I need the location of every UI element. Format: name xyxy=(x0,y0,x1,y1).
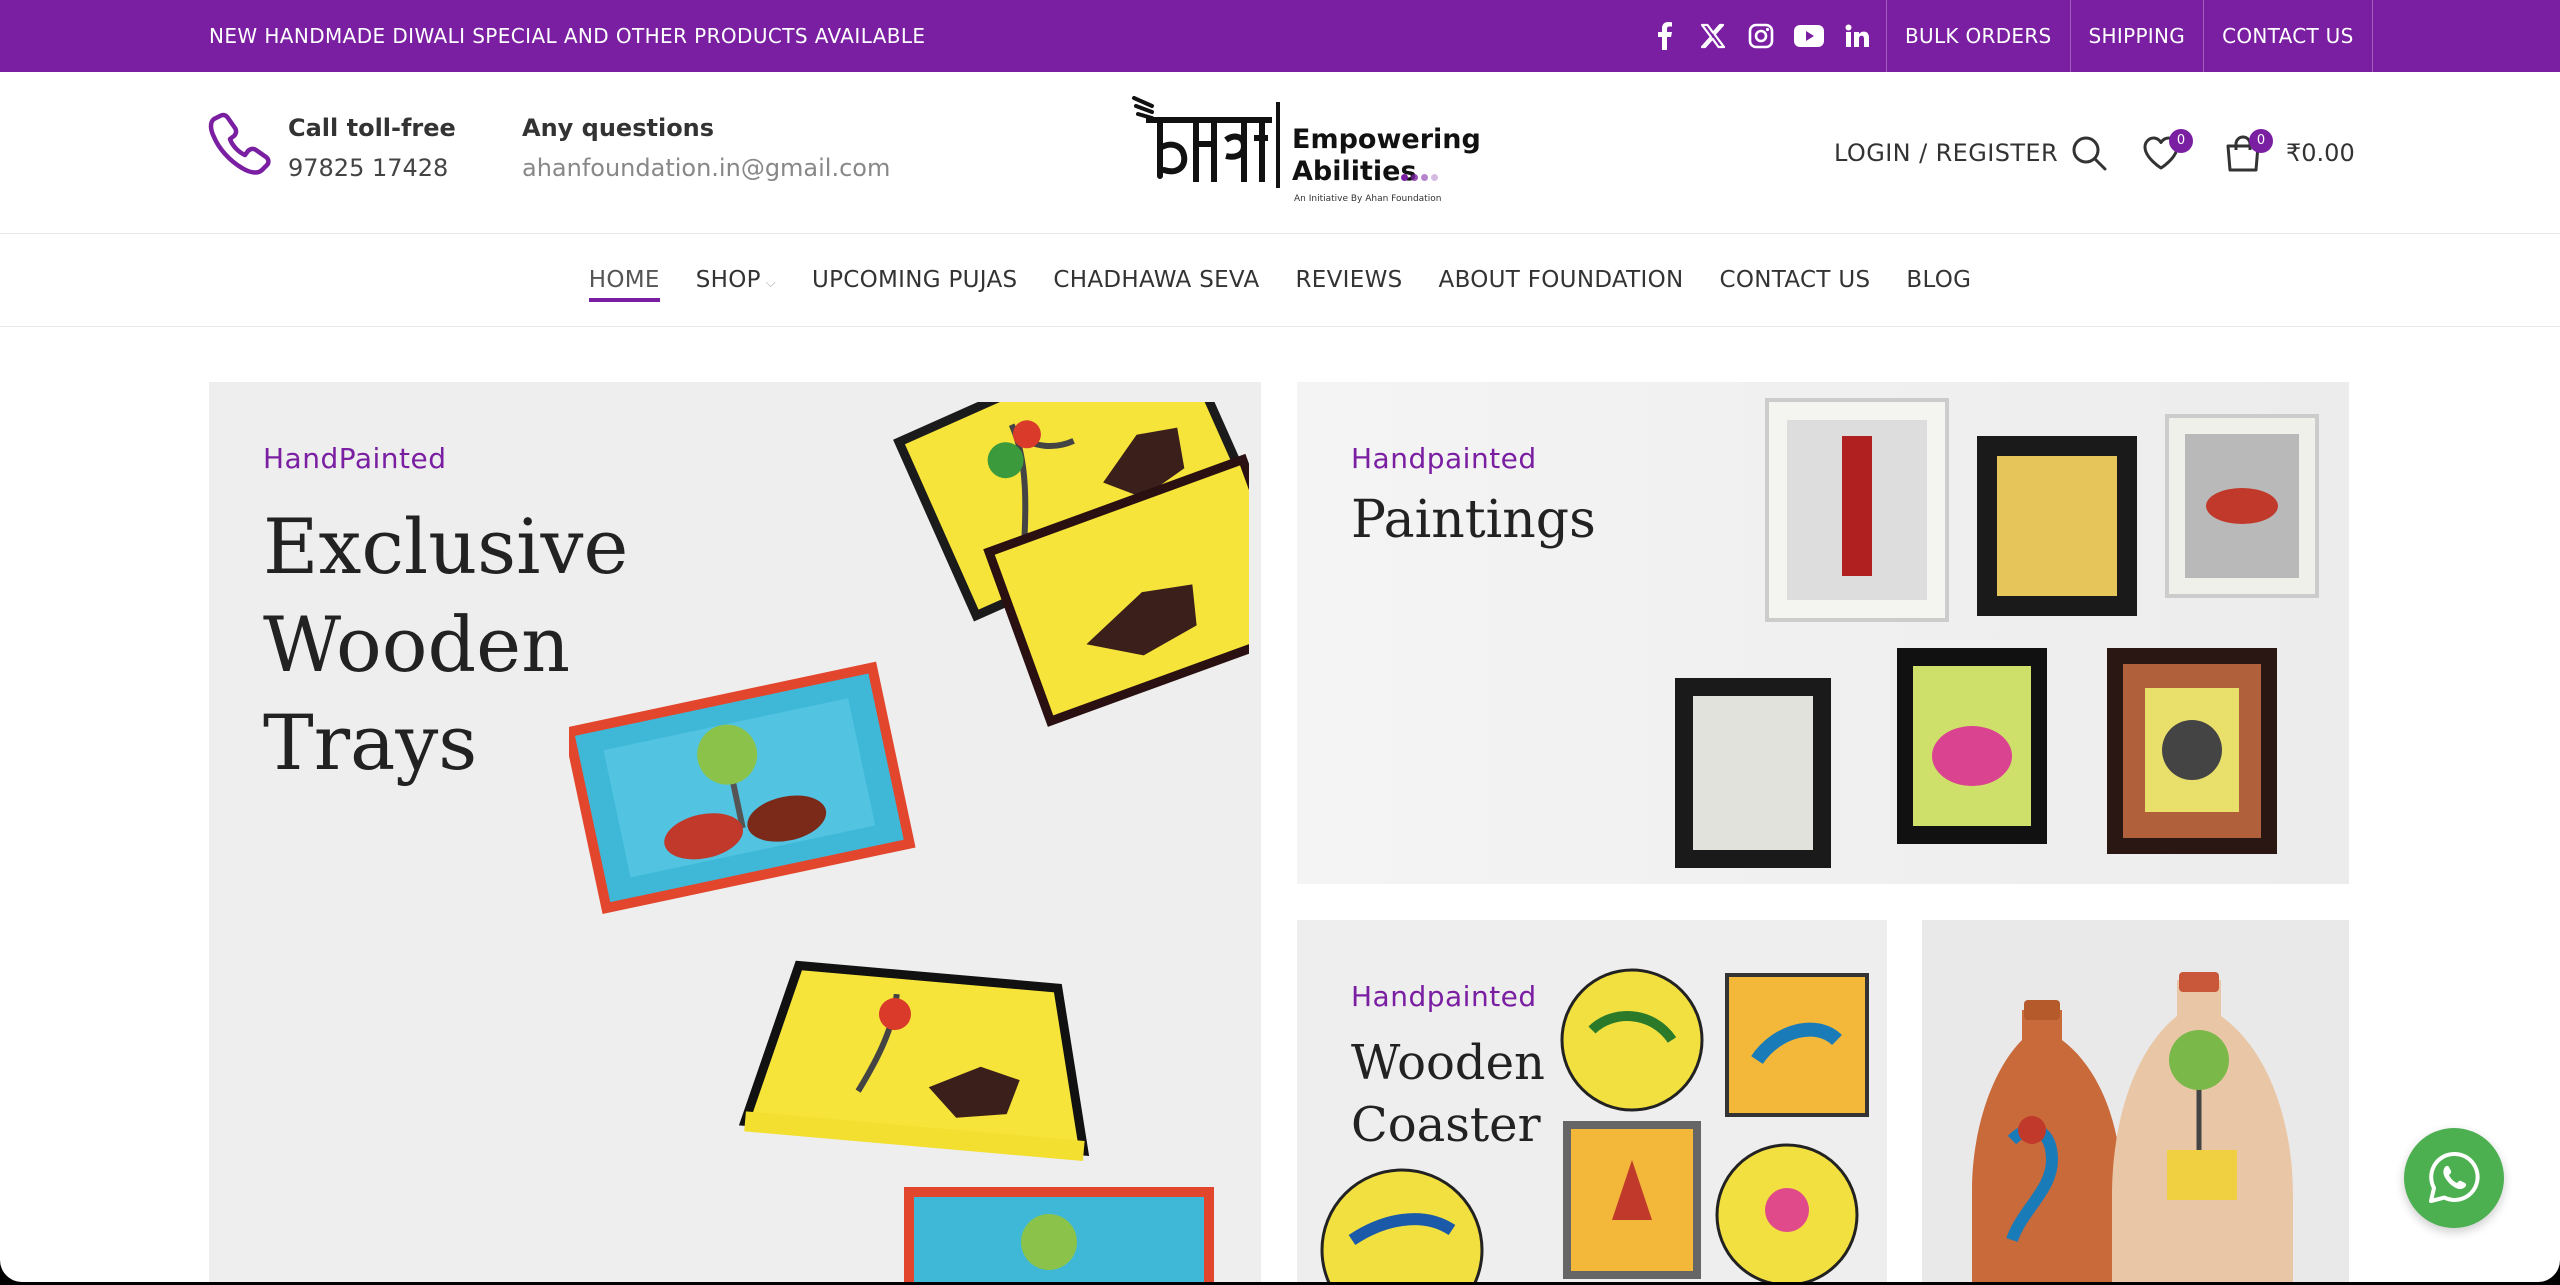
nav-blog[interactable]: BLOG xyxy=(1906,234,1971,327)
bulk-orders-link[interactable]: BULK ORDERS xyxy=(1887,0,2071,72)
whatsapp-chat-button[interactable] xyxy=(2404,1128,2504,1228)
nav-contact-us[interactable]: CONTACT US xyxy=(1720,234,1871,327)
facebook-icon[interactable] xyxy=(1650,21,1680,51)
questions-block: Any questions ahanfoundation.in@gmail.co… xyxy=(522,114,890,182)
banner-title: Paintings xyxy=(1351,490,1596,550)
chevron-down-icon: ⌵ xyxy=(765,275,776,291)
page: NEW HANDMADE DIWALI SPECIAL AND OTHER PR… xyxy=(0,0,2560,1282)
instagram-icon[interactable] xyxy=(1746,21,1776,51)
call-title: Call toll-free xyxy=(288,114,456,142)
shipping-link[interactable]: SHIPPING xyxy=(2071,0,2205,72)
top-bar: NEW HANDMADE DIWALI SPECIAL AND OTHER PR… xyxy=(0,0,2560,72)
cart-total[interactable]: ₹0.00 xyxy=(2286,72,2355,234)
top-links: BULK ORDERS SHIPPING CONTACT US xyxy=(1886,0,2373,72)
call-block: Call toll-free 97825 17428 xyxy=(288,114,456,182)
nav-shop-label: SHOP xyxy=(695,266,761,293)
questions-title: Any questions xyxy=(522,114,715,142)
login-register-link[interactable]: LOGIN / REGISTER xyxy=(1834,72,2058,234)
phone-icon xyxy=(208,112,271,175)
logo-dots xyxy=(1401,174,1438,181)
email-link[interactable]: ahanfoundation.in@gmail.com xyxy=(522,154,890,182)
banner-kicker: HandPainted xyxy=(263,442,447,475)
logo-subtitle: An Initiative By Ahan Foundation xyxy=(1294,194,1442,204)
logo-tagline-1: Empowering xyxy=(1292,124,1481,155)
promo-text: NEW HANDMADE DIWALI SPECIAL AND OTHER PR… xyxy=(209,24,926,48)
main-nav: HOME SHOP ⌵ UPCOMING PUJAS CHADHAWA SEVA … xyxy=(0,234,2560,327)
logo-tagline-2: Abilities xyxy=(1292,156,1417,187)
painted-bottles-image xyxy=(1972,972,2293,1282)
nav-home[interactable]: HOME xyxy=(588,234,660,327)
whatsapp-icon xyxy=(2429,1151,2480,1203)
cart-count-badge: 0 xyxy=(2249,129,2273,153)
site-logo[interactable]: Empowering Abilities An Initiative By Ah… xyxy=(1126,90,1481,214)
nav-about-foundation[interactable]: ABOUT FOUNDATION xyxy=(1439,234,1684,327)
linkedin-icon[interactable] xyxy=(1842,21,1872,51)
youtube-icon[interactable] xyxy=(1794,21,1824,51)
banner-painted-bottles[interactable] xyxy=(1922,920,2349,1282)
site-header: Call toll-free 97825 17428 Any questions… xyxy=(0,72,2560,234)
nav-upcoming-pujas[interactable]: UPCOMING PUJAS xyxy=(812,234,1017,327)
banner-wooden-coaster[interactable]: Handpainted Wooden Coaster xyxy=(1297,920,1887,1282)
social-links xyxy=(1650,0,1872,72)
ahan-logo-mark xyxy=(1132,96,1272,182)
call-number[interactable]: 97825 17428 xyxy=(288,154,456,182)
wishlist-count-badge: 0 xyxy=(2169,129,2193,153)
search-icon[interactable] xyxy=(2068,132,2110,174)
nav-chadhawa-seva[interactable]: CHADHAWA SEVA xyxy=(1053,234,1259,327)
banner-paintings[interactable]: Handpainted Paintings xyxy=(1297,382,2349,884)
nav-shop[interactable]: SHOP ⌵ xyxy=(696,234,776,327)
painted-coasters-image xyxy=(1320,968,1869,1282)
top-contact-us-link[interactable]: CONTACT US xyxy=(2204,0,2373,72)
nav-reviews[interactable]: REVIEWS xyxy=(1296,234,1403,327)
painted-trays-image xyxy=(569,402,1249,1282)
banner-kicker: Handpainted xyxy=(1351,442,1537,475)
x-twitter-icon[interactable] xyxy=(1698,21,1728,51)
banner-wooden-trays[interactable]: HandPainted Exclusive Wooden Trays xyxy=(209,382,1261,1282)
framed-paintings-image xyxy=(1675,398,2319,868)
logo-divider xyxy=(1276,102,1280,188)
